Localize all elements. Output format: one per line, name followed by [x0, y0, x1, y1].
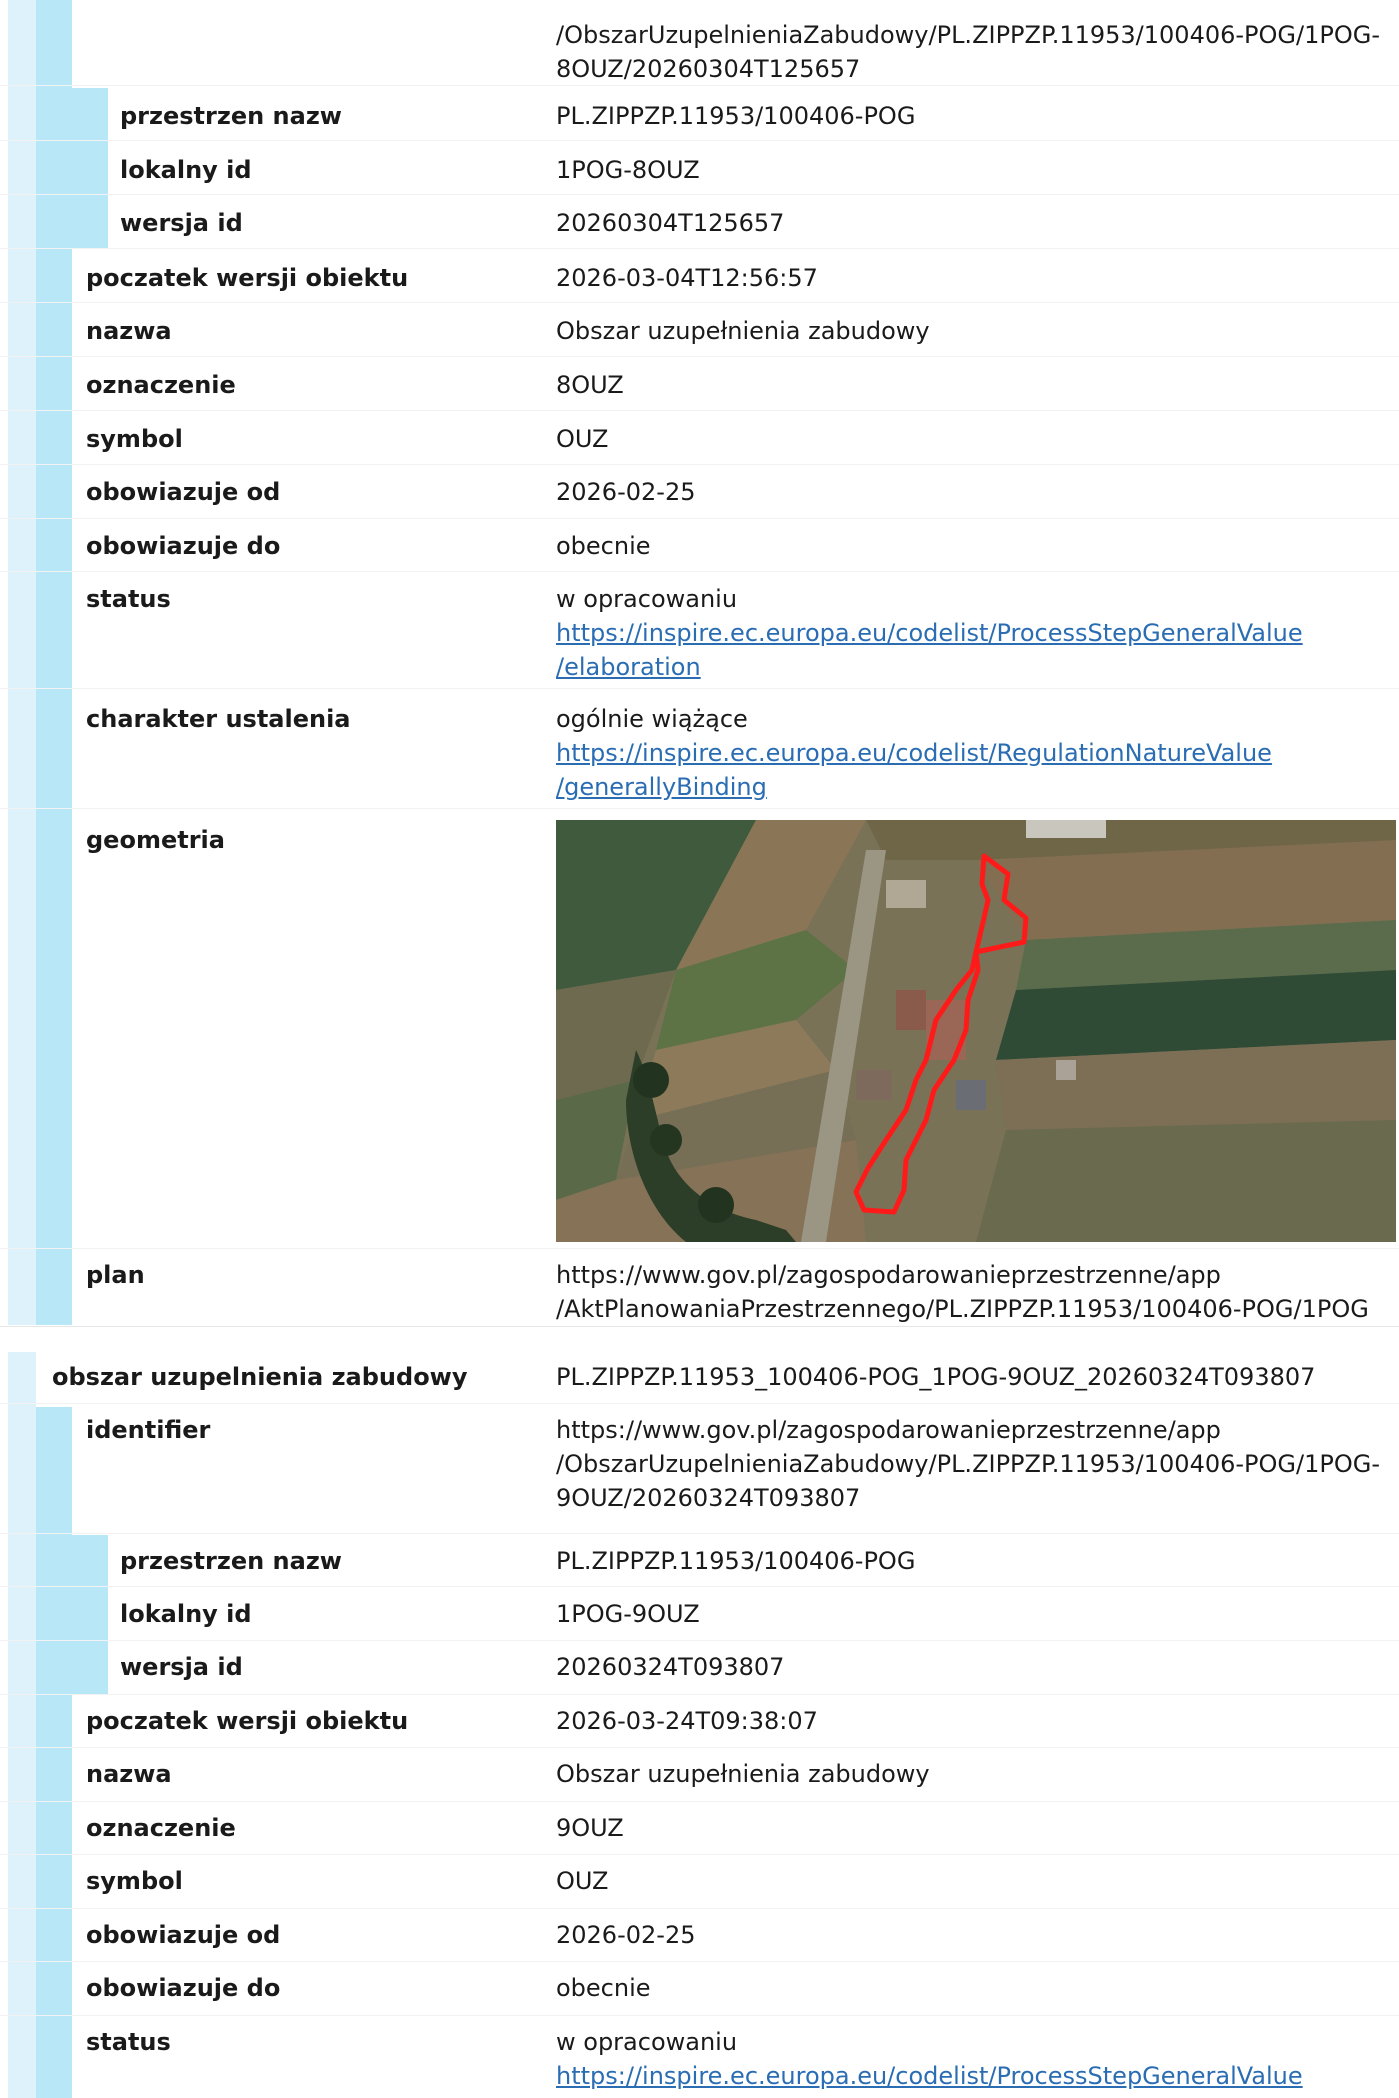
obowiazuje-do-value: obecnie — [556, 532, 651, 560]
identifier-value: https://www.gov.pl/zagospodarowanieprzes… — [556, 1416, 1380, 1512]
wersja-id-value: 20260324T093807 — [556, 1653, 785, 1681]
wersja-id-label: wersja id — [120, 209, 243, 237]
poczatek-wersji-label: poczatek wersji obiektu — [86, 1707, 409, 1735]
identifier-value: /ObszarUzupelnieniaZabudowy/PL.ZIPPZP.11… — [556, 21, 1380, 83]
oznaczenie-value: 8OUZ — [556, 371, 624, 399]
poczatek-wersji-value: 2026-03-24T09:38:07 — [556, 1707, 818, 1735]
poczatek-wersji-label: poczatek wersji obiektu — [86, 264, 409, 292]
object-title-label: obszar uzupelnienia zabudowy — [52, 1363, 468, 1391]
status-value: w opracowaniu https://inspire.ec.europa.… — [556, 582, 1398, 684]
obowiazuje-do-label: obowiazuje do — [86, 1974, 281, 2002]
obowiazuje-od-label: obowiazuje od — [86, 1921, 281, 1949]
geometria-label: geometria — [86, 826, 225, 854]
charakter-link[interactable]: https://inspire.ec.europa.eu/codelist/Re… — [556, 736, 1398, 804]
object-title-value: PL.ZIPPZP.11953_100406-POG_1POG-9OUZ_202… — [556, 1363, 1316, 1391]
status-label: status — [86, 2028, 171, 2056]
wersja-id-value: 20260304T125657 — [556, 209, 785, 237]
nazwa-value: Obszar uzupełnienia zabudowy — [556, 317, 930, 345]
indent-stripe-outer — [8, 1352, 36, 2098]
przestrzen-nazw-label: przestrzen nazw — [120, 1547, 342, 1575]
indent-stripe-level2 — [72, 1535, 108, 1695]
przestrzen-nazw-value: PL.ZIPPZP.11953/100406-POG — [556, 102, 916, 130]
symbol-label: symbol — [86, 1867, 183, 1895]
przestrzen-nazw-label: przestrzen nazw — [120, 102, 342, 130]
identifier-label: identifier — [86, 1416, 211, 1444]
przestrzen-nazw-value: PL.ZIPPZP.11953/100406-POG — [556, 1547, 916, 1575]
indent-stripe-level1 — [36, 0, 72, 1325]
status-label: status — [86, 585, 171, 613]
indent-stripe-level1 — [36, 1407, 72, 2098]
oznaczenie-label: oznaczenie — [86, 1814, 236, 1842]
wersja-id-label: wersja id — [120, 1653, 243, 1681]
lokalny-id-value: 1POG-8OUZ — [556, 156, 700, 184]
obowiazuje-do-label: obowiazuje do — [86, 532, 281, 560]
oznaczenie-label: oznaczenie — [86, 371, 236, 399]
lokalny-id-label: lokalny id — [120, 1600, 252, 1628]
status-link[interactable]: https://inspire.ec.europa.eu/codelist/Pr… — [556, 2059, 1398, 2093]
charakter-ustalenia-value: ogólnie wiążące https://inspire.ec.europ… — [556, 702, 1398, 804]
status-link[interactable]: https://inspire.ec.europa.eu/codelist/Pr… — [556, 616, 1398, 684]
charakter-ustalenia-label: charakter ustalenia — [86, 705, 351, 733]
plan-label: plan — [86, 1261, 145, 1289]
obowiazuje-od-value: 2026-02-25 — [556, 1921, 696, 1949]
lokalny-id-value: 1POG-9OUZ — [556, 1600, 700, 1628]
status-value: w opracowaniu https://inspire.ec.europa.… — [556, 2025, 1398, 2093]
symbol-value: OUZ — [556, 425, 609, 453]
nazwa-value: Obszar uzupełnienia zabudowy — [556, 1760, 930, 1788]
nazwa-label: nazwa — [86, 1760, 172, 1788]
obowiazuje-od-value: 2026-02-25 — [556, 478, 696, 506]
lokalny-id-label: lokalny id — [120, 156, 252, 184]
nazwa-label: nazwa — [86, 317, 172, 345]
plan-value: https://www.gov.pl/zagospodarowanieprzes… — [556, 1261, 1369, 1323]
symbol-value: OUZ — [556, 1867, 609, 1895]
indent-stripe-level2 — [72, 88, 108, 248]
obowiazuje-od-label: obowiazuje od — [86, 478, 281, 506]
indent-stripe-outer — [8, 0, 36, 1325]
poczatek-wersji-value: 2026-03-04T12:56:57 — [556, 264, 818, 292]
symbol-label: symbol — [86, 425, 183, 453]
geometry-map — [556, 820, 1396, 1242]
obowiazuje-do-value: obecnie — [556, 1974, 651, 2002]
oznaczenie-value: 9OUZ — [556, 1814, 624, 1842]
